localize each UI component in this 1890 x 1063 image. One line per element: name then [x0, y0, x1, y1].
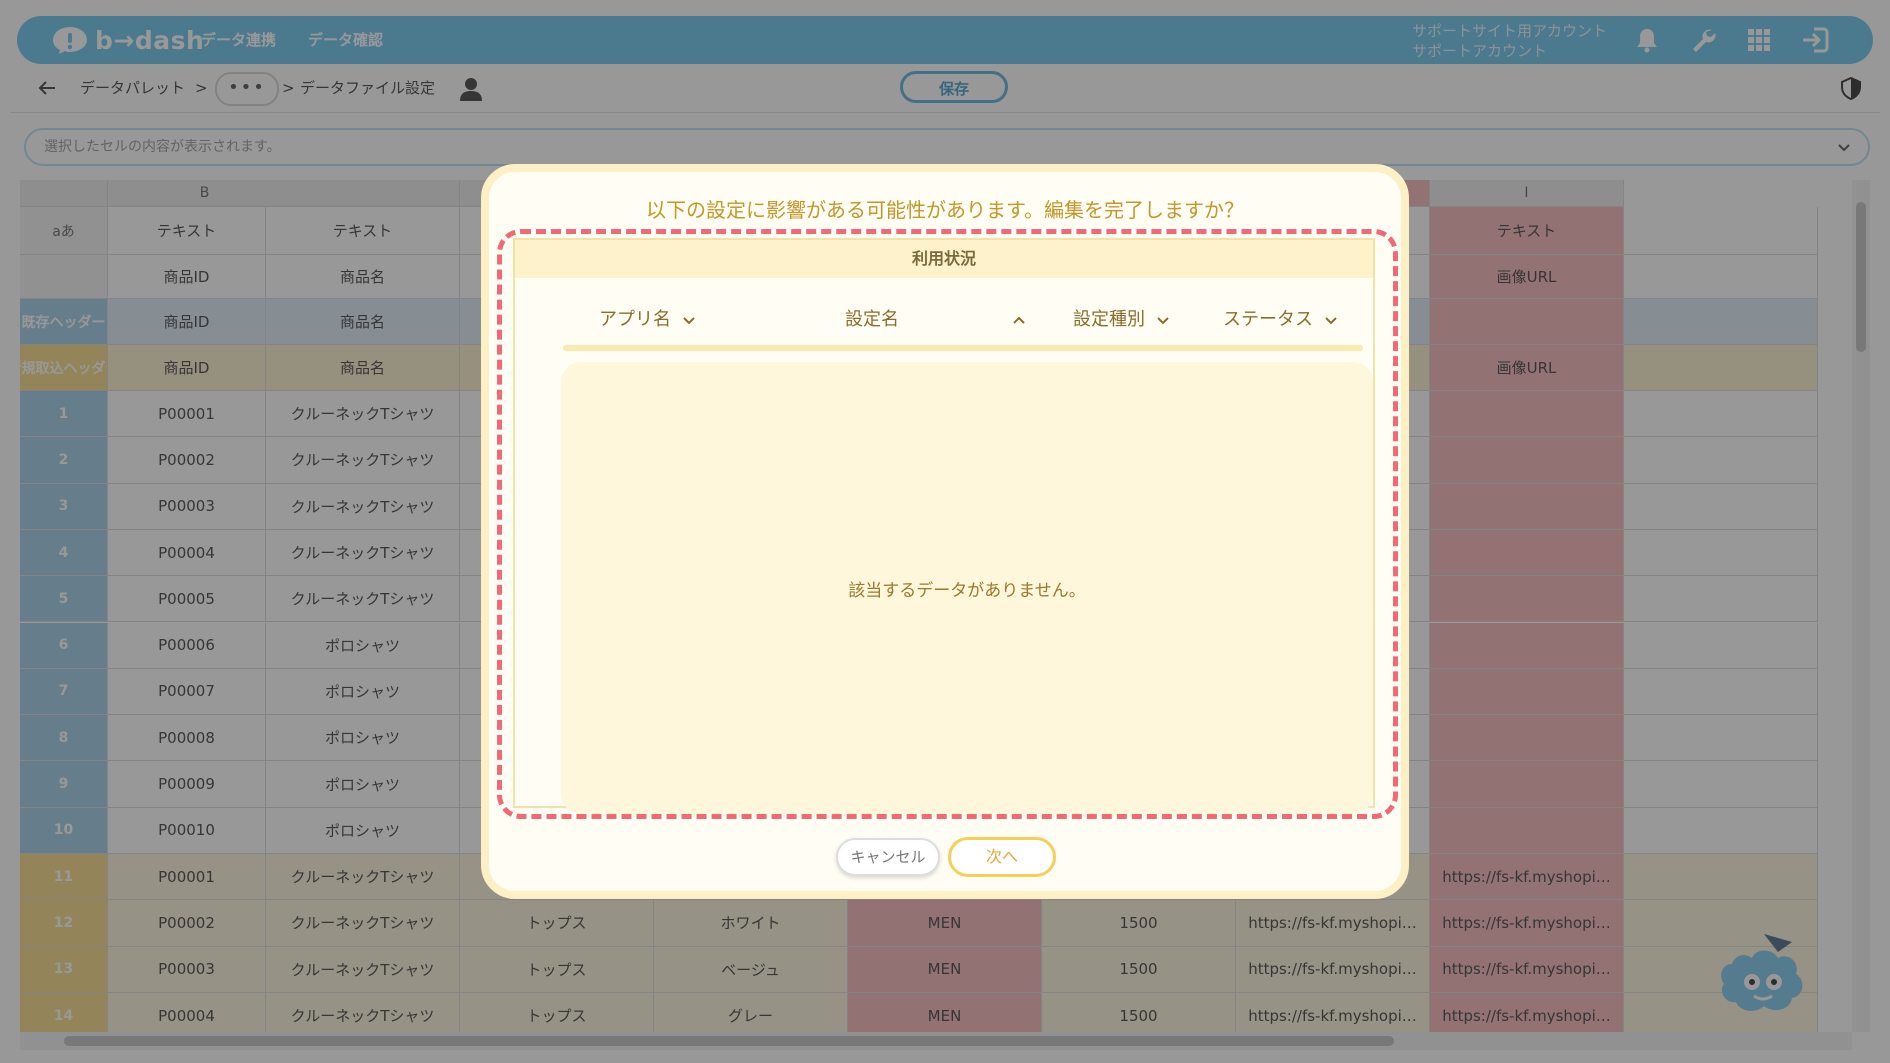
next-button[interactable]: 次へ	[948, 837, 1056, 877]
column-app-name-label: アプリ名	[599, 309, 671, 330]
chevron-down-icon	[683, 317, 695, 325]
column-status[interactable]: ステータス	[1223, 304, 1339, 336]
column-setting-name-label: 設定名	[845, 309, 899, 330]
column-status-label: ステータス	[1223, 309, 1313, 330]
chevron-up-icon	[1013, 316, 1025, 324]
column-header-divider	[563, 345, 1363, 351]
chevron-down-icon	[1325, 317, 1337, 325]
usage-section: 利用状況 アプリ名 設定名 設定種別 ステータス 該当するデータがありません。	[513, 238, 1375, 814]
usage-list: 該当するデータがありません。	[561, 362, 1373, 814]
column-app-name[interactable]: アプリ名	[599, 304, 697, 336]
confirm-dialog: 以下の設定に影響がある可能性があります。編集を完了しますか？ 利用状況 アプリ名…	[481, 164, 1409, 899]
cancel-button[interactable]: キャンセル	[836, 838, 940, 876]
column-setting-name[interactable]: 設定名	[845, 304, 1027, 336]
usage-section-title: 利用状況	[515, 240, 1373, 278]
chevron-down-icon	[1157, 317, 1169, 325]
empty-message: 該当するデータがありません。	[848, 580, 1086, 601]
dialog-title: 以下の設定に影響がある可能性があります。編集を完了しますか？	[646, 198, 1244, 222]
column-setting-type[interactable]: 設定種別	[1073, 304, 1171, 336]
column-setting-type-label: 設定種別	[1073, 309, 1145, 330]
